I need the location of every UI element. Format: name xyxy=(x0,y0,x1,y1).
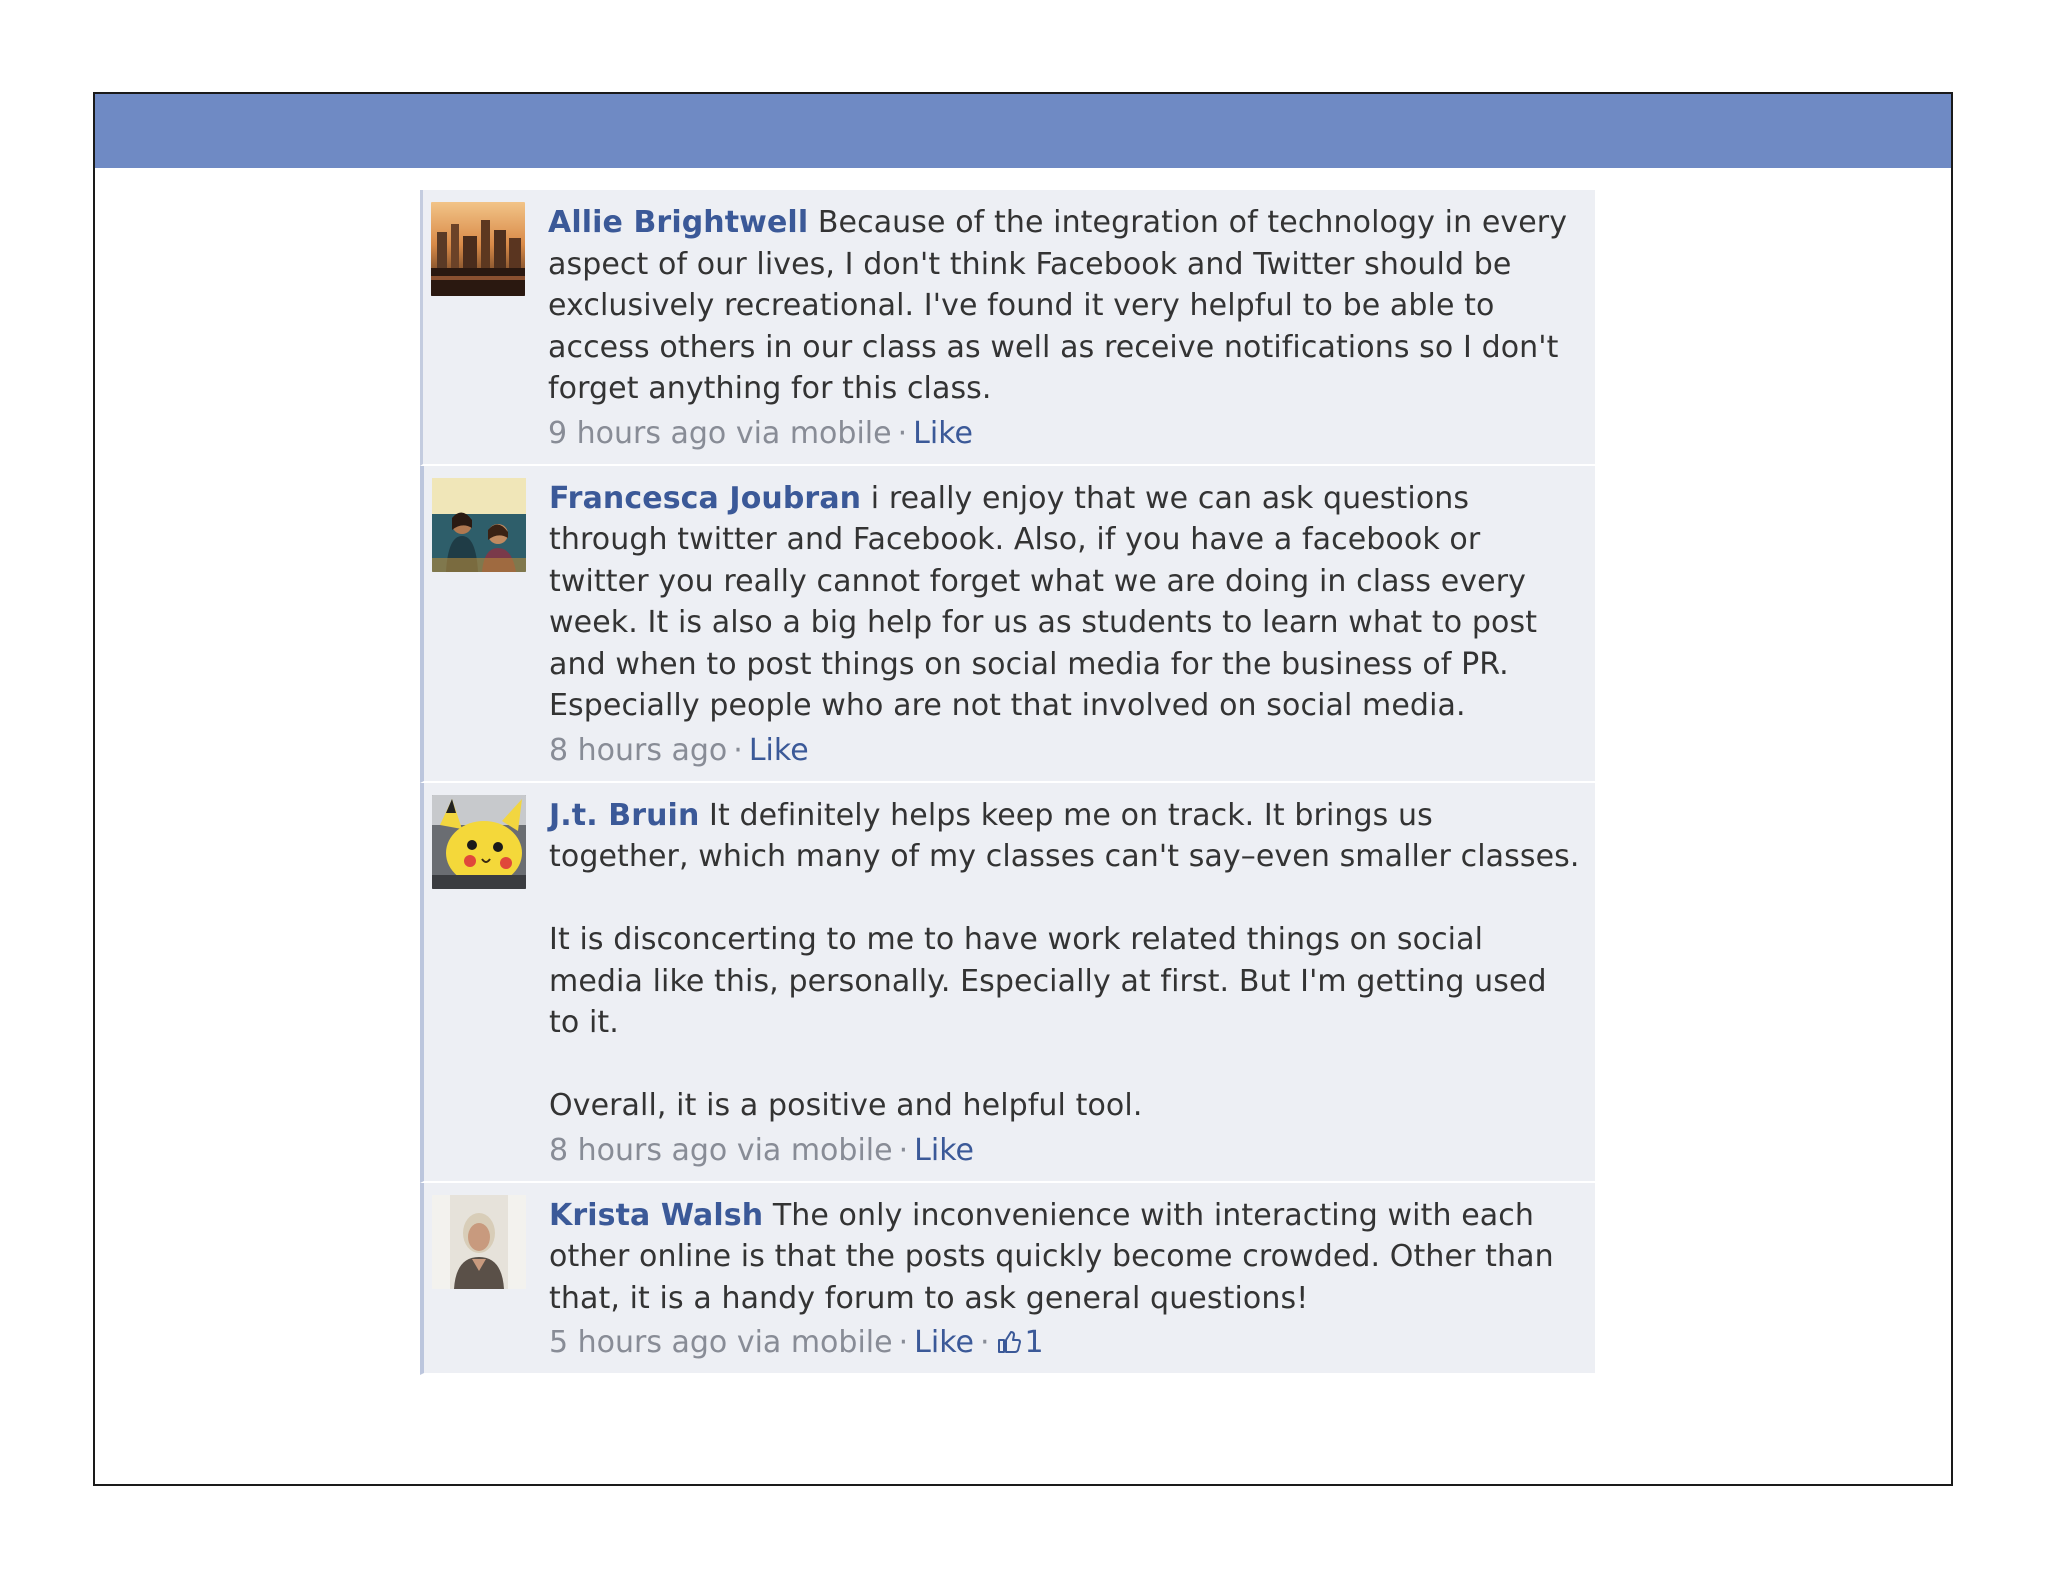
comment-timestamp: 5 hours ago via mobile xyxy=(549,1325,893,1360)
comment-meta: 8 hours ago · Like xyxy=(549,731,1581,771)
comment-item: Krista Walsh The only inconvenience with… xyxy=(420,1182,1595,1375)
header-bar xyxy=(95,94,1951,168)
meta-separator: · xyxy=(733,732,743,768)
comment-author-link[interactable]: Francesca Joubran xyxy=(549,481,861,516)
comment-text: It is disconcerting to me to have work r… xyxy=(549,922,1547,1040)
slide-frame: Allie Brightwell Because of the integrat… xyxy=(93,92,1953,1486)
comment-timestamp: 8 hours ago via mobile xyxy=(549,1132,893,1168)
comment-author-link[interactable]: Allie Brightwell xyxy=(548,205,808,240)
profile-photo-two-people-icon xyxy=(432,477,526,572)
profile-photo-woman-icon xyxy=(432,1194,526,1289)
comment-meta: 8 hours ago via mobile · Like xyxy=(549,1131,1581,1171)
comment-body: J.t. Bruin It definitely helps keep me o… xyxy=(549,795,1581,1127)
comment-list: Allie Brightwell Because of the integrat… xyxy=(420,190,1595,1375)
meta-separator: · xyxy=(979,1325,990,1360)
comment-body: Francesca Joubran i really enjoy that we… xyxy=(549,478,1581,727)
comment-text: It definitely helps keep me on track. It… xyxy=(549,797,1580,875)
avatar[interactable] xyxy=(431,202,525,296)
comment-item: Allie Brightwell Because of the integrat… xyxy=(420,190,1595,466)
comment-meta: 9 hours ago via mobile · Like xyxy=(548,414,1581,454)
comment-text: i really enjoy that we can ask questions… xyxy=(549,480,1538,724)
like-button[interactable]: Like xyxy=(749,733,809,768)
comment-author-link[interactable]: J.t. Bruin xyxy=(549,798,699,833)
profile-photo-pikachu-icon xyxy=(432,794,526,889)
like-count[interactable]: 1 xyxy=(996,1325,1044,1360)
comment-timestamp: 8 hours ago xyxy=(549,732,728,768)
comment-timestamp: 9 hours ago via mobile xyxy=(548,415,892,451)
meta-separator: · xyxy=(898,1325,909,1360)
comment-body: Allie Brightwell Because of the integrat… xyxy=(548,202,1581,410)
comment-meta: 5 hours ago via mobile · Like · 1 xyxy=(549,1323,1581,1363)
avatar[interactable] xyxy=(432,794,526,889)
like-button[interactable]: Like xyxy=(914,1325,974,1360)
avatar[interactable] xyxy=(432,477,526,572)
comment-body: Krista Walsh The only inconvenience with… xyxy=(549,1195,1581,1320)
comment-text: Overall, it is a positive and helpful to… xyxy=(549,1088,1143,1123)
thumbs-up-icon xyxy=(997,1331,1021,1353)
profile-photo-cityscape-icon xyxy=(431,202,525,296)
comment-item: J.t. Bruin It definitely helps keep me o… xyxy=(420,782,1595,1183)
comment-item: Francesca Joubran i really enjoy that we… xyxy=(420,465,1595,783)
comment-author-link[interactable]: Krista Walsh xyxy=(549,1198,763,1233)
like-button[interactable]: Like xyxy=(913,416,973,451)
like-count-value: 1 xyxy=(1024,1325,1044,1360)
like-button[interactable]: Like xyxy=(914,1133,974,1168)
meta-separator: · xyxy=(898,1132,909,1168)
avatar[interactable] xyxy=(432,1194,526,1289)
meta-separator: · xyxy=(897,415,908,451)
